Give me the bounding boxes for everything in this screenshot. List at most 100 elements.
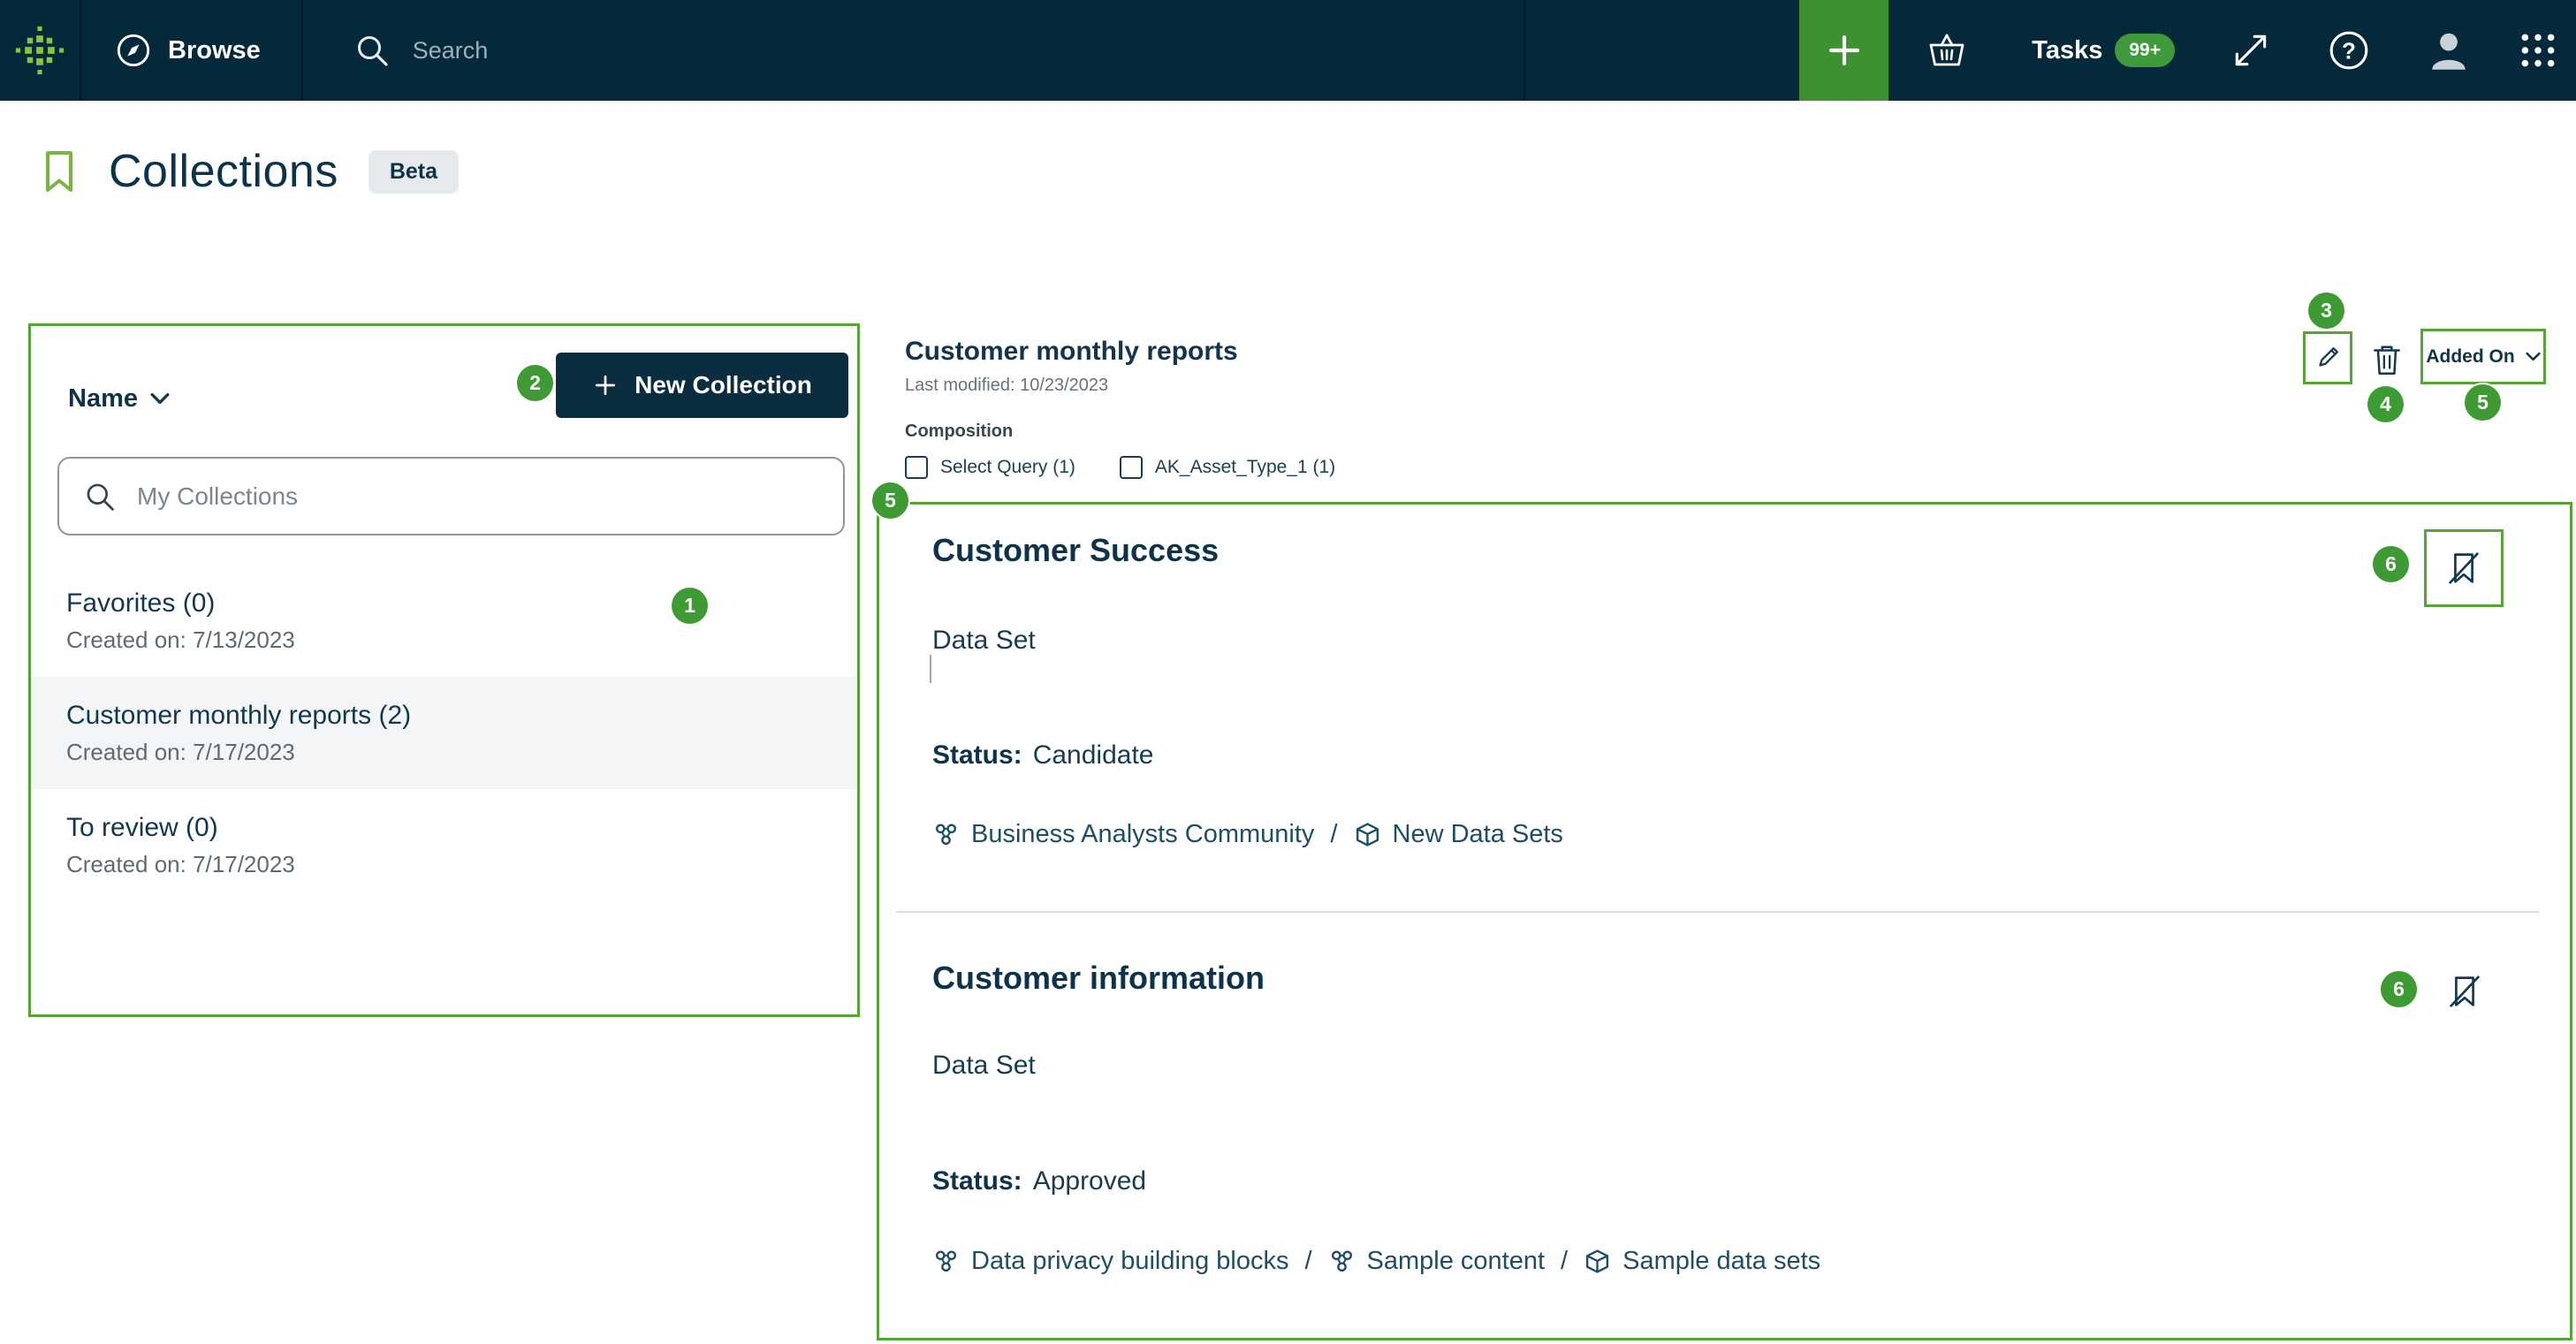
help-button[interactable]: ? [2327, 29, 2371, 72]
search-icon [354, 33, 390, 68]
svg-text:?: ? [2342, 37, 2356, 64]
chevron-down-icon [2526, 352, 2541, 361]
collections-search-input[interactable] [135, 482, 818, 512]
app-logo[interactable] [0, 0, 81, 101]
breadcrumb-link[interactable]: Data privacy building blocks [971, 1242, 1288, 1279]
navbar-actions: Tasks 99+ ? [1799, 0, 2576, 101]
collections-bookmark-icon [40, 148, 79, 195]
bookmark-remove-icon [2443, 970, 2486, 1013]
status-value: Approved [1033, 1164, 1146, 1199]
tasks-count-badge: 99+ [2115, 34, 2175, 67]
checkbox-select-query[interactable] [905, 456, 928, 479]
community-icon [1328, 1248, 1356, 1275]
asset-type: Data Set [932, 1048, 1036, 1083]
asset-breadcrumb: Business Analysts Community / New Data S… [932, 816, 1563, 853]
collection-name: To review (0) [66, 811, 822, 845]
tasks-label: Tasks [2032, 36, 2102, 65]
breadcrumb-link[interactable]: Business Analysts Community [971, 816, 1314, 853]
pencil-icon [2313, 343, 2343, 373]
community-icon [932, 821, 960, 848]
breadcrumb-separator: / [1304, 1242, 1311, 1279]
page-title: Collections [109, 145, 338, 198]
sort-added-on-dropdown[interactable]: Added On [2420, 329, 2546, 384]
annotation-marker-5-box: 5 [872, 482, 908, 519]
annotation-marker-5-toolbar: 5 [2465, 384, 2501, 421]
asset-status-row: Status: Approved [932, 1164, 1146, 1199]
collection-created-date: Created on: 7/17/2023 [66, 737, 822, 767]
edit-collection-button[interactable] [2303, 331, 2352, 384]
collection-assets-panel: Customer Success Data Set Status: Candid… [877, 502, 2572, 1340]
composition-label: Composition [905, 421, 1335, 442]
annotation-marker-6-second: 6 [2381, 971, 2417, 1007]
sort-label: Name [68, 384, 138, 414]
collection-list-item-customer-monthly-reports[interactable]: Customer monthly reports (2) Created on:… [31, 677, 857, 789]
domain-icon [1354, 821, 1381, 848]
domain-icon [1584, 1248, 1611, 1275]
remove-from-collection-button[interactable] [2424, 529, 2504, 607]
collection-list-item-favorites[interactable]: Favorites (0) Created on: 7/13/2023 [31, 565, 857, 677]
collection-detail-title: Customer monthly reports [905, 336, 1335, 368]
trash-icon [2371, 342, 2403, 377]
create-button[interactable] [1799, 0, 1888, 101]
checkbox-ak-asset-type[interactable] [1120, 456, 1143, 479]
global-search-placeholder: Search [413, 37, 489, 65]
delete-collection-button[interactable] [2369, 342, 2405, 377]
breadcrumb-separator: / [1330, 816, 1337, 853]
annotation-marker-3: 3 [2308, 292, 2344, 329]
top-navbar: Browse Search Tasks 99+ [0, 0, 2576, 101]
browse-button[interactable]: Browse [81, 0, 303, 101]
plus-icon [1824, 30, 1865, 71]
asset-title[interactable]: Customer information [932, 959, 1265, 998]
basket-icon [1926, 31, 1967, 70]
composition-filters: Select Query (1) AK_Asset_Type_1 (1) [905, 456, 1335, 479]
switch-app-button[interactable] [2228, 29, 2274, 72]
annotation-marker-2: 2 [517, 365, 553, 401]
browse-label: Browse [168, 36, 261, 65]
annotation-marker-1: 1 [672, 588, 708, 624]
apps-grid-button[interactable] [2518, 30, 2558, 71]
logo-icon [12, 23, 67, 78]
bookmark-remove-icon [2443, 547, 2485, 589]
status-label: Status: [932, 1164, 1022, 1199]
status-value: Candidate [1033, 738, 1154, 773]
breadcrumb-link[interactable]: Sample data sets [1622, 1242, 1820, 1279]
profile-button[interactable] [2424, 27, 2473, 74]
collections-search [57, 457, 845, 535]
filter-label: AK_Asset_Type_1 (1) [1155, 457, 1335, 478]
collection-created-date: Created on: 7/17/2023 [66, 849, 822, 879]
sort-by-name-dropdown[interactable]: Name [68, 372, 170, 425]
card-divider [896, 911, 2539, 913]
new-collection-label: New Collection [635, 371, 812, 399]
breadcrumb-link[interactable]: Sample content [1367, 1242, 1546, 1279]
asset-status-row: Status: Candidate [932, 738, 1153, 773]
search-icon [84, 481, 116, 513]
tasks-button[interactable]: Tasks 99+ [2032, 34, 2175, 67]
asset-title[interactable]: Customer Success [932, 531, 1219, 570]
collection-created-date: Created on: 7/13/2023 [66, 625, 822, 655]
collection-name: Customer monthly reports (2) [66, 699, 822, 733]
status-label: Status: [932, 738, 1022, 773]
help-icon: ? [2328, 29, 2370, 72]
new-collection-button[interactable]: New Collection [556, 353, 848, 418]
remove-from-collection-button[interactable] [2443, 969, 2487, 1014]
filter-ak-asset-type[interactable]: AK_Asset_Type_1 (1) [1120, 456, 1335, 479]
community-icon [932, 1248, 960, 1275]
collection-list-item-to-review[interactable]: To review (0) Created on: 7/17/2023 [31, 789, 857, 901]
annotation-marker-4: 4 [2367, 386, 2404, 422]
data-basket-button[interactable] [1924, 31, 1970, 70]
global-search-input[interactable]: Search [303, 0, 1525, 101]
text-cursor [930, 655, 931, 683]
plus-icon [592, 372, 619, 399]
waffle-icon [2518, 30, 2558, 71]
compass-icon [115, 32, 152, 69]
collection-detail-header: Customer monthly reports Last modified: … [905, 336, 1335, 479]
asset-breadcrumb: Data privacy building blocks / Sample co… [932, 1242, 1820, 1279]
collection-name: Favorites (0) [66, 587, 822, 620]
filter-label: Select Query (1) [940, 457, 1075, 478]
collections-panel: Name New Collection Favorites (0) Create… [28, 323, 860, 1017]
asset-type: Data Set [932, 623, 1036, 658]
collection-list: Favorites (0) Created on: 7/13/2023 Cust… [31, 565, 857, 901]
breadcrumb-link[interactable]: New Data Sets [1393, 816, 1563, 853]
filter-select-query[interactable]: Select Query (1) [905, 456, 1075, 479]
beta-badge: Beta [369, 150, 459, 194]
